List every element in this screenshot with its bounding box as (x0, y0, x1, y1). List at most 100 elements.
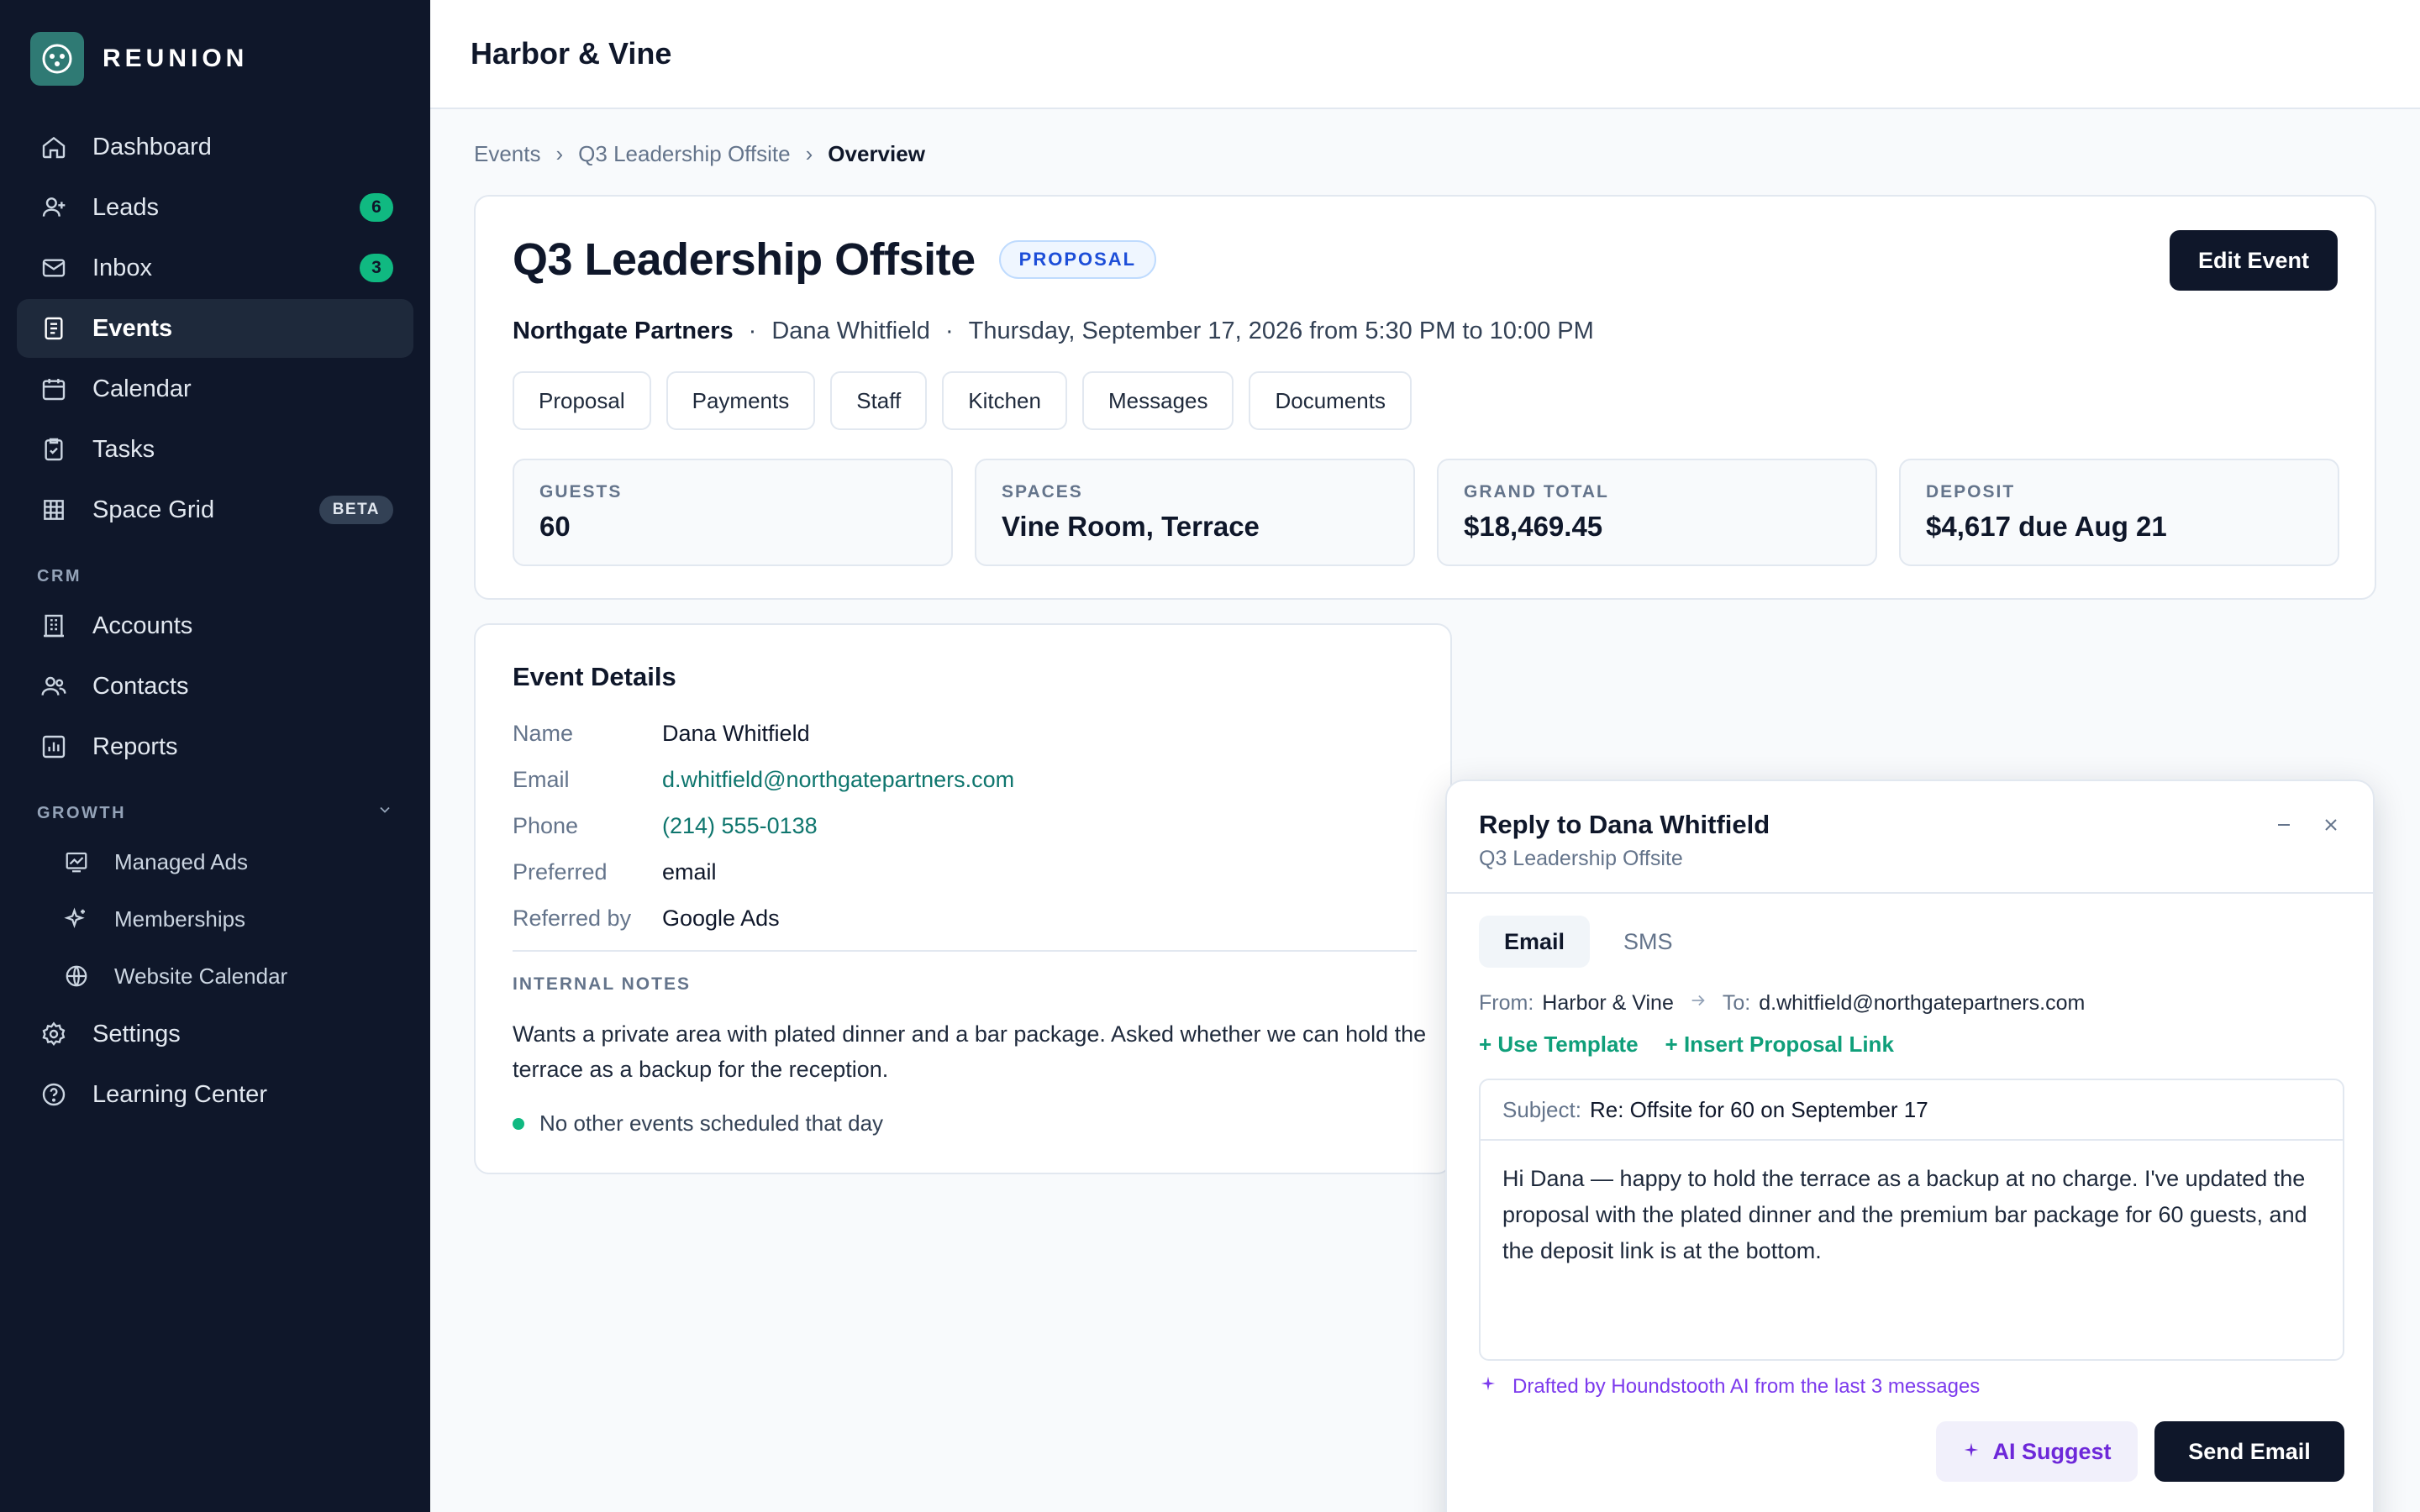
home-icon (37, 130, 71, 164)
edit-event-button[interactable]: Edit Event (2169, 230, 2338, 291)
breadcrumb-current: Overview (828, 141, 925, 166)
minimize-icon[interactable] (2267, 808, 2301, 842)
ai-suggest-label: AI Suggest (1992, 1438, 2112, 1464)
channel-tabs: Email SMS (1479, 916, 1698, 968)
users-icon (37, 669, 71, 703)
tab-kitchen[interactable]: Kitchen (942, 371, 1067, 430)
stat-spaces: SPACES Vine Room, Terrace (975, 459, 1415, 566)
reply-panel: Reply to Dana Whitfield Q3 Leadership Of… (1445, 780, 2375, 1512)
breadcrumb: Events › Q3 Leadership Offsite › Overvie… (474, 141, 925, 167)
trend-chart-icon (60, 846, 92, 878)
detail-row-referred-by: Referred by Google Ads (513, 895, 1417, 942)
detail-label: Phone (513, 813, 579, 838)
section-label: GROWTH (37, 804, 127, 822)
tab-documents[interactable]: Documents (1249, 371, 1412, 430)
to-value: d.whitfield@northgatepartners.com (1759, 991, 2086, 1015)
stat-value: $18,469.45 (1464, 511, 1603, 542)
use-template-link[interactable]: + Use Template (1479, 1032, 1639, 1058)
tab-messages[interactable]: Messages (1081, 371, 1234, 430)
event-title-row: Q3 Leadership Offsite PROPOSAL (513, 234, 1157, 286)
ai-suggest-button[interactable]: AI Suggest (1936, 1421, 2138, 1482)
detail-row-email: Email d.whitfield@northgatepartners.com (513, 757, 1417, 803)
stat-label: GUESTS (539, 482, 623, 501)
status-badge: PROPOSAL (998, 240, 1157, 279)
sidebar-item-calendar[interactable]: Calendar (17, 360, 413, 418)
subject-field[interactable]: Subject: Re: Offsite for 60 on September… (1481, 1080, 2343, 1141)
sidebar-item-label: Dashboard (92, 133, 212, 160)
detail-value: Dana Whitfield (662, 721, 810, 746)
tab-staff[interactable]: Staff (830, 371, 928, 430)
meta-separator: · (944, 318, 954, 344)
tab-proposal[interactable]: Proposal (513, 371, 651, 430)
phone-link[interactable]: (214) 555-0138 (662, 813, 818, 839)
send-email-button[interactable]: Send Email (2154, 1421, 2344, 1482)
detail-row-name: Name Dana Whitfield (513, 711, 1417, 757)
stat-label: GRAND TOTAL (1464, 482, 1609, 501)
quick-actions: + Use Template + Insert Proposal Link (1479, 1032, 1894, 1058)
venue-name: Harbor & Vine (471, 36, 672, 71)
sidebar-item-dashboard[interactable]: Dashboard (17, 118, 413, 176)
reply-subtitle: Q3 Leadership Offsite (1479, 847, 1683, 870)
stat-label: SPACES (1002, 482, 1083, 501)
mail-icon (37, 251, 71, 285)
sidebar-item-learning-center[interactable]: Learning Center (17, 1065, 413, 1124)
sidebar-item-label: Contacts (92, 672, 189, 700)
gear-icon (37, 1017, 71, 1051)
clipboard-check-icon (37, 433, 71, 466)
sidebar-item-website-calendar[interactable]: Website Calendar (17, 948, 413, 1005)
event-title: Q3 Leadership Offsite (513, 234, 976, 285)
sidebar-item-settings[interactable]: Settings (17, 1005, 413, 1063)
sidebar-item-tasks[interactable]: Tasks (17, 420, 413, 479)
sidebar-item-inbox[interactable]: Inbox 3 (17, 239, 413, 297)
sidebar-item-label: Inbox (92, 254, 152, 281)
tab-email[interactable]: Email (1479, 916, 1591, 968)
sidebar-item-reports[interactable]: Reports (17, 717, 413, 776)
sidebar-item-memberships[interactable]: Memberships (17, 890, 413, 948)
brand[interactable]: REUNION (30, 32, 248, 86)
section-label: CRM (37, 567, 82, 585)
sidebar-item-label: Accounts (92, 612, 193, 639)
insert-proposal-link[interactable]: + Insert Proposal Link (1665, 1032, 1894, 1058)
availability-status: No other events scheduled that day (513, 1110, 883, 1137)
sidebar-item-managed-ads[interactable]: Managed Ads (17, 833, 413, 890)
to-label: To: (1722, 991, 1751, 1015)
brand-name: REUNION (103, 45, 249, 72)
event-overview-card: Q3 Leadership Offsite PROPOSAL Edit Even… (474, 195, 2376, 600)
compose-box: Subject: Re: Offsite for 60 on September… (1479, 1079, 2344, 1361)
sidebar-item-contacts[interactable]: Contacts (17, 657, 413, 716)
subject-label: Subject: (1502, 1096, 1581, 1122)
detail-value: email (662, 859, 717, 885)
stat-label: DEPOSIT (1926, 482, 2016, 501)
from-label: From: (1479, 991, 1534, 1015)
chevron-down-icon[interactable] (376, 801, 393, 823)
company-name[interactable]: Northgate Partners (513, 318, 734, 345)
sidebar-item-accounts[interactable]: Accounts (17, 596, 413, 655)
sidebar-item-label: Memberships (114, 906, 246, 932)
sidebar-item-label: Managed Ads (114, 848, 249, 874)
tab-sms[interactable]: SMS (1598, 916, 1698, 968)
sidebar-item-leads[interactable]: Leads 6 (17, 178, 413, 237)
sidebar-item-space-grid[interactable]: Space Grid BETA (17, 480, 413, 539)
sidebar-item-label: Leads (92, 193, 160, 221)
sidebar-item-label: Events (92, 314, 173, 342)
top-bar: Harbor & Vine (430, 0, 2420, 109)
breadcrumb-separator: › (555, 141, 564, 166)
breadcrumb-event-link[interactable]: Q3 Leadership Offsite (578, 141, 790, 167)
status-dot-icon (513, 1117, 524, 1130)
sidebar-item-events[interactable]: Events (17, 299, 413, 358)
sidebar-nav: Dashboard Leads 6 Inbox 3 Events Calenda… (17, 118, 413, 1126)
message-body-textarea[interactable]: Hi Dana — happy to hold the terrace as a… (1481, 1141, 2343, 1289)
leads-count-badge: 6 (360, 193, 393, 222)
close-icon[interactable] (2314, 808, 2348, 842)
sparkles-icon (60, 903, 92, 935)
sidebar: REUNION Dashboard Leads 6 Inbox 3 Events… (0, 0, 430, 1512)
section-growth[interactable]: GROWTH (17, 778, 413, 833)
sidebar-item-label: Calendar (92, 375, 192, 402)
stat-value: $4,617 due Aug 21 (1926, 511, 2167, 542)
breadcrumb-events-link[interactable]: Events (474, 141, 541, 167)
tab-payments[interactable]: Payments (666, 371, 816, 430)
email-link[interactable]: d.whitfield@northgatepartners.com (662, 767, 1014, 793)
sidebar-item-label: Tasks (92, 435, 155, 463)
subject-input[interactable]: Re: Offsite for 60 on September 17 (1590, 1097, 1928, 1123)
breadcrumb-separator: › (805, 141, 813, 166)
